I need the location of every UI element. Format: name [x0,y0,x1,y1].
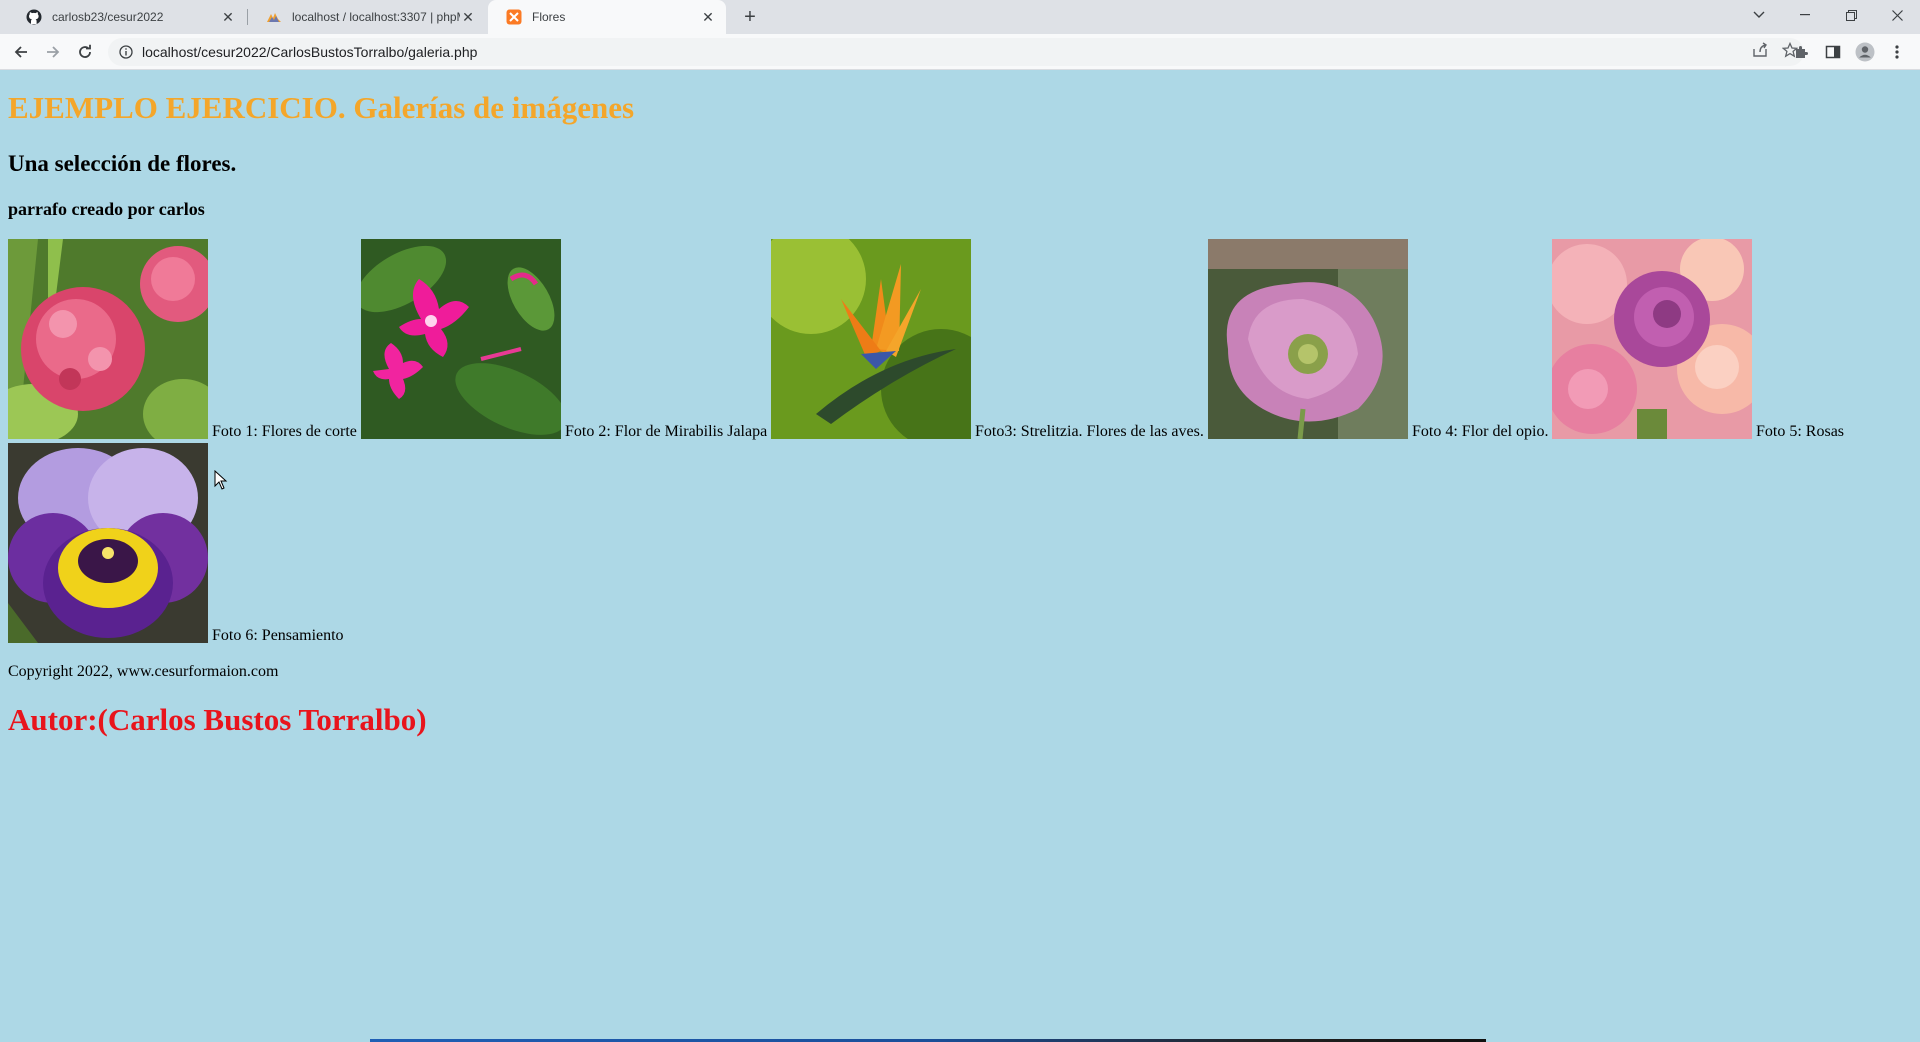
close-window-button[interactable] [1874,0,1920,30]
profile-avatar-icon[interactable] [1853,40,1877,64]
browser-toolbar: localhost/cesur2022/CarlosBustosTorralbo… [0,34,1920,70]
copyright-text: Copyright 2022, www.cesurformaion.com [8,663,279,680]
github-icon [26,9,42,25]
page-subtitle: Una selección de flores. [8,151,237,176]
roses-photo [1552,239,1752,439]
close-tab-icon[interactable]: ✕ [700,9,716,25]
photo-caption: Foto 1: Flores de corte [212,423,357,440]
side-panel-icon[interactable] [1821,40,1845,64]
tab-title: Flores [532,10,566,24]
close-tab-icon[interactable]: ✕ [220,9,236,25]
url-text[interactable]: localhost/cesur2022/CarlosBustosTorralbo… [142,44,477,60]
photo-caption: Foto 4: Flor del opio. [1412,423,1549,440]
forward-button[interactable] [41,40,65,64]
browser-menu-icon[interactable] [1885,40,1909,64]
restore-button[interactable] [1828,0,1874,30]
photo-caption: Foto3: Strelitzia. Flores de las aves. [975,423,1204,440]
share-icon[interactable] [1752,42,1768,63]
strelitzia-photo [771,239,971,439]
mirabilis-photo [361,239,561,439]
poppy-photo [1208,239,1408,439]
tab-strip: carlosb23/cesur2022 ✕ localhost / localh… [0,0,1920,34]
page-content: EJEMPLO EJERCICIO. Galerías de imágenes … [0,70,1920,1042]
tab-title: localhost / localhost:3307 | phpM [292,10,460,24]
photo-caption: Foto 5: Rosas [1756,423,1845,440]
photo-caption: Foto 6: Pensamiento [212,627,344,644]
new-tab-button[interactable]: + [738,5,762,29]
back-button[interactable] [9,40,33,64]
tab-github[interactable]: carlosb23/cesur2022 ✕ [8,0,246,34]
minimize-button[interactable] [1782,0,1828,30]
xampp-icon [506,9,522,25]
close-tab-icon[interactable]: ✕ [460,9,476,25]
pansy-photo [8,443,208,643]
page-title: EJEMPLO EJERCICIO. Galerías de imágenes [8,90,635,125]
hydrangea-photo [8,239,208,439]
tab-title: carlosb23/cesur2022 [52,10,164,24]
author-heading: Autor:(Carlos Bustos Torralbo) [8,702,427,737]
tab-phpmyadmin[interactable]: localhost / localhost:3307 | phpM ✕ [248,0,486,34]
photo-caption: Foto 2: Flor de Mirabilis Jalapa [565,423,768,440]
phpmyadmin-icon [266,9,282,25]
site-info-icon[interactable] [118,44,134,60]
address-bar[interactable]: localhost/cesur2022/CarlosBustosTorralbo… [108,38,1804,66]
tab-flores[interactable]: Flores ✕ [488,0,726,34]
reload-button[interactable] [73,40,97,64]
mouse-cursor-icon [214,469,228,495]
extensions-icon[interactable] [1789,40,1813,64]
author-paragraph: parrafo creado por carlos [8,199,205,219]
tab-search-icon[interactable] [1736,0,1782,30]
